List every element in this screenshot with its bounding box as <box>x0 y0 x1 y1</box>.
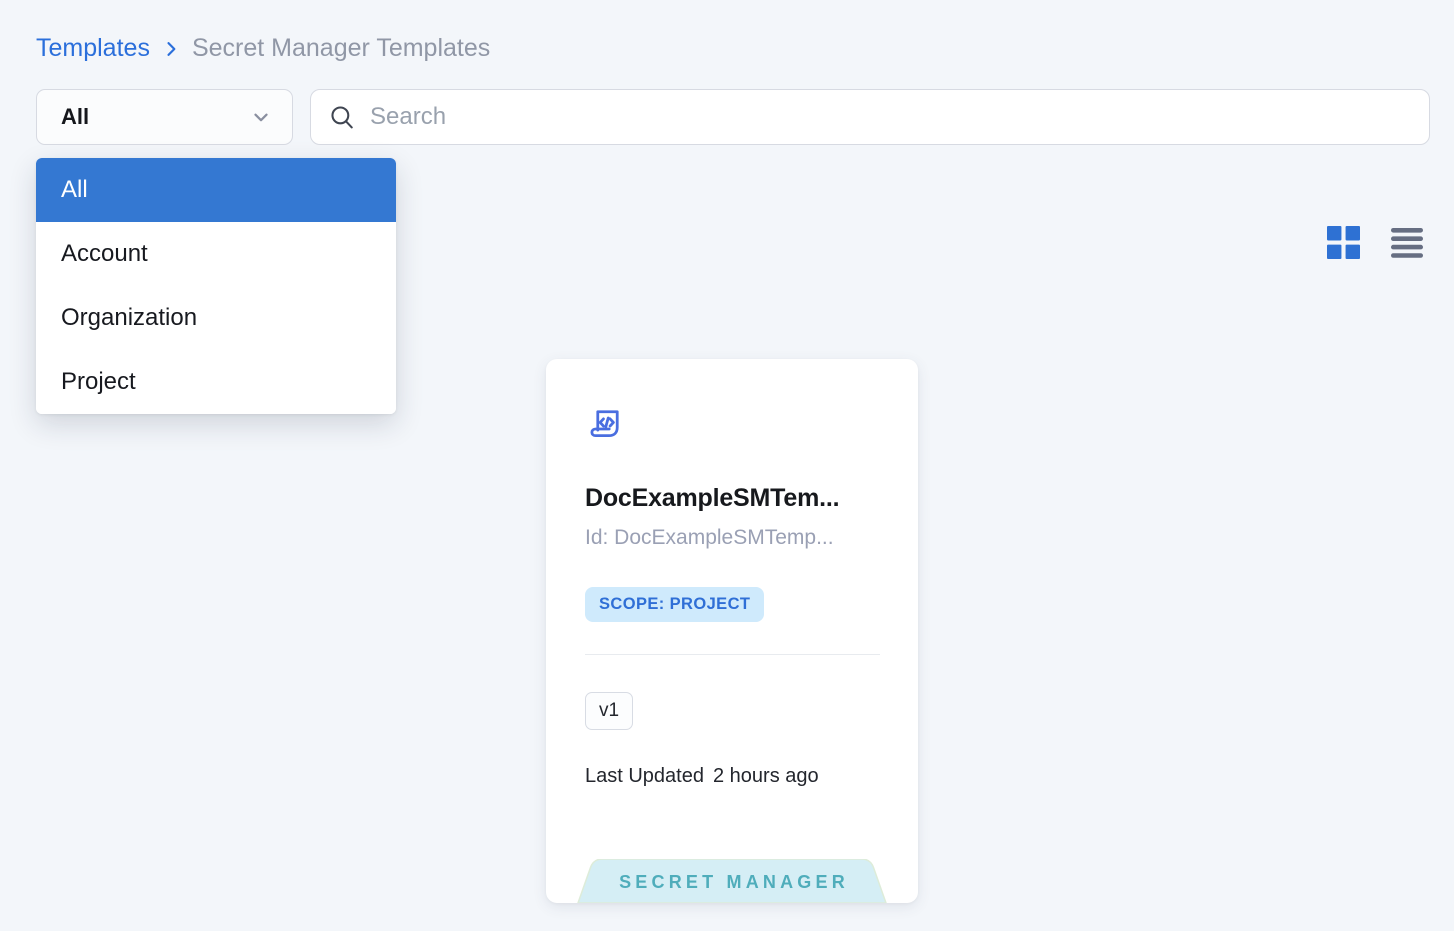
template-card[interactable]: DocExampleSMTem... Id: DocExampleSMTemp.… <box>546 359 918 903</box>
divider <box>585 654 880 655</box>
breadcrumb: Templates Secret Manager Templates <box>36 34 490 63</box>
menu-item-project[interactable]: Project <box>36 350 396 414</box>
list-icon <box>1391 228 1423 258</box>
search-box <box>310 89 1430 145</box>
menu-item-organization[interactable]: Organization <box>36 286 396 350</box>
scope-filter-menu: All Account Organization Project <box>36 158 396 414</box>
chevron-right-icon <box>161 39 181 59</box>
version-chip[interactable]: v1 <box>585 692 633 730</box>
grid-icon <box>1327 226 1360 259</box>
menu-item-all[interactable]: All <box>36 158 396 222</box>
scope-badge: SCOPE: PROJECT <box>585 587 764 622</box>
scope-filter-value: All <box>61 104 89 130</box>
scope-filter-dropdown[interactable]: All <box>36 89 293 145</box>
template-name: DocExampleSMTem... <box>585 484 880 513</box>
chevron-down-icon <box>250 106 272 128</box>
last-updated: Last Updated 2 hours ago <box>585 765 880 788</box>
module-tag: SECRET MANAGER <box>576 859 888 903</box>
module-tag-label: SECRET MANAGER <box>619 872 849 892</box>
search-input[interactable] <box>370 103 1411 131</box>
grid-view-button[interactable] <box>1327 226 1360 259</box>
last-updated-label: Last Updated <box>585 765 704 788</box>
template-script-icon <box>585 404 880 444</box>
template-id: Id: DocExampleSMTemp... <box>585 526 880 550</box>
list-view-button[interactable] <box>1391 228 1423 258</box>
search-icon <box>329 104 355 130</box>
breadcrumb-link-templates[interactable]: Templates <box>36 34 150 63</box>
last-updated-value: 2 hours ago <box>713 765 819 788</box>
view-toggle <box>1327 226 1423 259</box>
breadcrumb-current: Secret Manager Templates <box>192 34 490 63</box>
menu-item-account[interactable]: Account <box>36 222 396 286</box>
